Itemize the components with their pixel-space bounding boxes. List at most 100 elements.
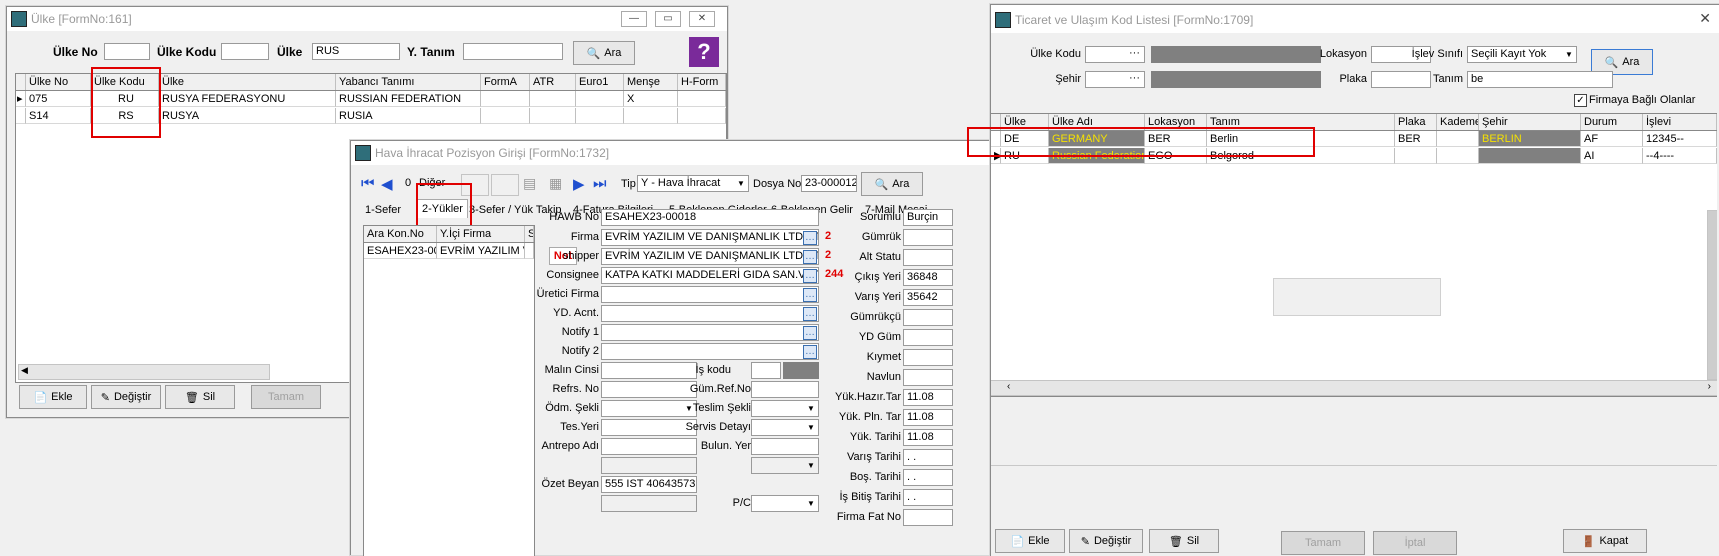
col-s[interactable]: S xyxy=(525,226,534,242)
gumruk-input[interactable] xyxy=(903,229,953,246)
ticaret-ulke-kodu-input[interactable]: ··· xyxy=(1085,46,1145,63)
last-record-icon[interactable]: ⏭ xyxy=(593,175,607,192)
varis-yeri-input[interactable]: 35642 xyxy=(903,289,953,306)
toolbar-blank-1[interactable] xyxy=(461,174,489,196)
lookup-icon[interactable]: … xyxy=(803,307,817,321)
first-record-icon[interactable]: ⏮ xyxy=(361,175,375,192)
yuk-tarihi-input[interactable]: 11.08 xyxy=(903,429,953,446)
ulke-input[interactable]: RUS xyxy=(312,43,400,60)
table-row[interactable]: DE GERMANY BER Berlin BER BERLIN AF 1234… xyxy=(991,131,1717,147)
tab-yukler[interactable]: 2-Yükler xyxy=(417,199,468,218)
tanim-input[interactable]: be xyxy=(1467,71,1613,88)
table-row[interactable]: ▸ 075 RU RUSYA FEDERASYONU RUSSIAN FEDER… xyxy=(16,91,726,107)
ticaret-tamam-button[interactable]: Tamam xyxy=(1281,531,1365,555)
hava-search-button[interactable]: 🔍 Ara xyxy=(861,172,923,196)
col-plaka[interactable]: Plaka xyxy=(1395,114,1437,130)
col-lokasyon[interactable]: Lokasyon xyxy=(1145,114,1207,130)
col-h-form[interactable]: H-Form xyxy=(678,74,726,90)
col-durum[interactable]: Durum xyxy=(1581,114,1643,130)
antrepo-input[interactable] xyxy=(601,438,697,455)
tip-select[interactable]: Y - Hava İhracat ▼ xyxy=(637,175,749,192)
firma-fat-no-input[interactable] xyxy=(903,509,953,526)
col-tanim[interactable]: Tanım xyxy=(1207,114,1395,130)
odm-sekli-select[interactable]: ▼ xyxy=(601,400,697,417)
scroll-left-icon[interactable]: ‹ xyxy=(1007,381,1010,392)
minimize-icon[interactable]: — xyxy=(621,11,647,27)
previous-record-icon[interactable]: ◀ xyxy=(381,175,393,193)
help-icon[interactable]: ? xyxy=(689,37,719,67)
lookup-icon[interactable]: … xyxy=(803,288,817,302)
pc-select[interactable]: ▼ xyxy=(751,495,819,512)
table-row[interactable]: S14 RS RUSYA RUSIA xyxy=(16,108,726,124)
ulke-horizontal-scrollbar[interactable]: ◀ xyxy=(18,364,270,380)
scroll-right-icon[interactable]: › xyxy=(1708,381,1711,392)
close-icon[interactable]: ✕ xyxy=(689,11,715,27)
next-record-icon[interactable]: ▶ xyxy=(573,175,585,193)
shipper-input[interactable]: EVRİM YAZILIM VE DANIŞMANLIK LTD ŞTİ.… xyxy=(601,248,819,265)
teslim-select[interactable]: ▼ xyxy=(751,400,819,417)
lookup-icon[interactable]: … xyxy=(803,231,817,245)
ulke-kodu-input[interactable] xyxy=(221,43,269,60)
lookup-icon[interactable]: … xyxy=(803,250,817,264)
notify1-input[interactable]: … xyxy=(601,324,819,341)
hawb-input[interactable]: ESAHEX23-00018 xyxy=(601,209,819,226)
diger-label[interactable]: Diğer xyxy=(419,177,445,189)
blank-field-2[interactable] xyxy=(601,495,697,512)
varis-tarihi-input[interactable]: . . xyxy=(903,449,953,466)
col-kademe[interactable]: Kademe xyxy=(1437,114,1479,130)
tab-sefer[interactable]: 1-Sefer xyxy=(365,201,401,219)
is-kodu-input[interactable] xyxy=(751,362,781,379)
table-row[interactable]: ESAHEX23-00 EVRİM YAZILIM V xyxy=(364,243,534,259)
ulke-degistir-button[interactable]: ✎ Değiştir xyxy=(91,385,161,409)
ticaret-degistir-button[interactable]: ✎ Değiştir xyxy=(1069,529,1143,553)
col-atr[interactable]: ATR xyxy=(530,74,576,90)
ticaret-sil-button[interactable]: 🗑 Sil xyxy=(1149,529,1219,553)
ulke-search-button[interactable]: 🔍 Ara xyxy=(573,41,635,65)
document-icon[interactable]: ▤ xyxy=(523,175,536,192)
kiymet-input[interactable] xyxy=(903,349,953,366)
col-islevi[interactable]: İşlevi xyxy=(1643,114,1717,130)
lookup-icon[interactable]: … xyxy=(803,269,817,283)
lookup-icon[interactable]: … xyxy=(803,326,817,340)
col-ulke-adi[interactable]: Ülke Adı xyxy=(1049,114,1145,130)
alt-statu-input[interactable] xyxy=(903,249,953,266)
col-ulke[interactable]: Ülke xyxy=(1001,114,1049,130)
ticaret-ekle-button[interactable]: 📄 Ekle xyxy=(995,529,1065,553)
blank-field-1[interactable] xyxy=(601,457,697,474)
malin-cinsi-input[interactable] xyxy=(601,362,697,379)
yd-gum-input[interactable] xyxy=(903,329,953,346)
col-yabanci-tanimi[interactable]: Yabancı Tanımı xyxy=(336,74,481,90)
maximize-icon[interactable]: ▭ xyxy=(655,11,681,27)
y-tanim-input[interactable] xyxy=(463,43,563,60)
servis-select[interactable]: ▼ xyxy=(751,419,819,436)
is-bitis-tarihi-input[interactable]: . . xyxy=(903,489,953,506)
ticaret-kapat-button[interactable]: 🚪 Kapat xyxy=(1563,529,1647,553)
navlun-input[interactable] xyxy=(903,369,953,386)
ulke-ekle-button[interactable]: 📄 Ekle xyxy=(19,385,87,409)
firma-input[interactable]: EVRİM YAZILIM VE DANIŞMANLIK LTD ŞTİ.… xyxy=(601,229,819,246)
refrs-input[interactable] xyxy=(601,381,697,398)
lookup-icon[interactable]: ··· xyxy=(1129,72,1140,84)
scroll-left-icon[interactable]: ◀ xyxy=(21,365,28,376)
blank-select-1[interactable]: ▼ xyxy=(751,457,819,474)
col-y-ici-firma[interactable]: Y.İçi Firma xyxy=(437,226,525,242)
col-euro1[interactable]: Euro1 xyxy=(576,74,624,90)
ulke-sil-button[interactable]: 🗑 Sil xyxy=(165,385,235,409)
col-mense[interactable]: Menşe xyxy=(624,74,678,90)
ulke-no-input[interactable] xyxy=(104,43,150,60)
yd-acnt-input[interactable]: … xyxy=(601,305,819,322)
gumrukcu-input[interactable] xyxy=(903,309,953,326)
sorumlu-input[interactable]: Burçin xyxy=(903,209,953,226)
ticaret-vertical-scrollbar[interactable] xyxy=(1707,210,1717,380)
notify2-input[interactable]: … xyxy=(601,343,819,360)
sehir-input[interactable]: ··· xyxy=(1085,71,1145,88)
yuk-pln-tar-input[interactable]: 11.08 xyxy=(903,409,953,426)
calculator-icon[interactable]: ▦ xyxy=(549,175,562,192)
toolbar-blank-2[interactable] xyxy=(491,174,519,196)
ticaret-iptal-button[interactable]: İptal xyxy=(1373,531,1457,555)
col-forma[interactable]: FormA xyxy=(481,74,530,90)
col-ulke-no[interactable]: Ülke No xyxy=(26,74,91,90)
bulun-input[interactable] xyxy=(751,438,819,455)
col-ara-kon-no[interactable]: Ara Kon.No xyxy=(364,226,437,242)
lookup-icon[interactable]: … xyxy=(803,345,817,359)
